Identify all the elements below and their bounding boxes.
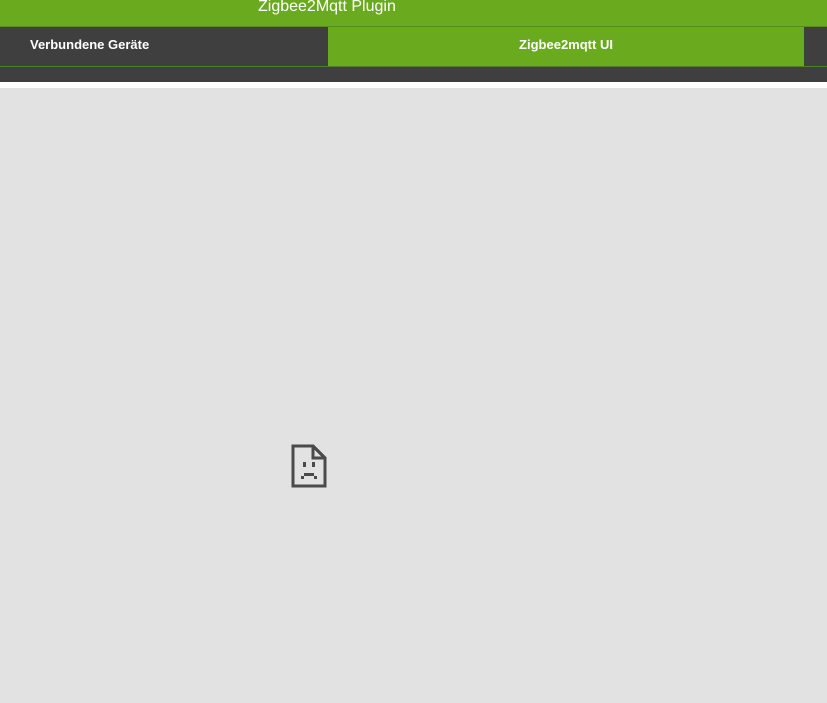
header-bar: Zigbee2Mqtt Plugin (0, 0, 827, 26)
broken-document-icon (291, 444, 327, 488)
tab-connected-devices[interactable]: Verbundene Geräte (0, 27, 328, 66)
page-title: Zigbee2Mqtt Plugin (258, 0, 396, 15)
tab-zigbee2mqtt-ui[interactable]: Zigbee2mqtt UI (328, 27, 804, 66)
tab-bar: Verbundene Geräte Zigbee2mqtt UI (0, 26, 827, 66)
embedded-frame[interactable] (0, 88, 827, 703)
sub-tab-bar (0, 66, 827, 82)
